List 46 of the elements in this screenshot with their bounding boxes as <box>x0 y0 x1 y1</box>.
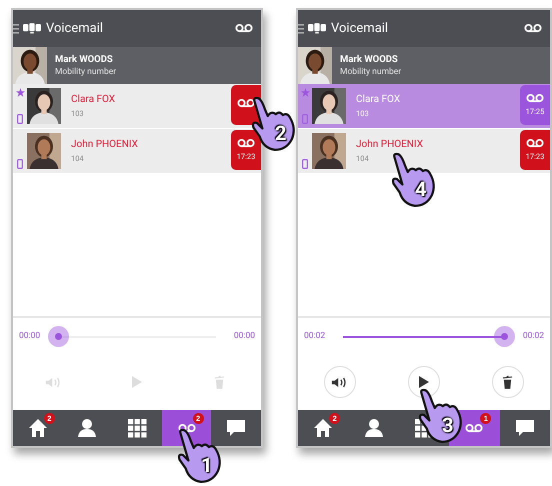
elapsed-time: 00:02 <box>304 331 326 341</box>
mobile-phone-icon <box>17 159 23 169</box>
voicemail-icon <box>526 94 544 103</box>
contact-name: Mark WOODS <box>55 54 114 65</box>
step-number: 2 <box>275 123 286 143</box>
voicemail-icon <box>237 98 256 108</box>
chat-icon <box>514 419 535 437</box>
play-icon <box>132 376 142 388</box>
play-icon <box>419 376 429 388</box>
play-button[interactable] <box>408 366 440 398</box>
mobile-phone-icon <box>302 114 308 124</box>
screen-title: Voicemail <box>46 21 104 36</box>
total-time: 00:00 <box>234 331 256 341</box>
person-icon <box>77 418 98 438</box>
person-icon <box>364 418 384 438</box>
step-number: 1 <box>201 455 212 475</box>
home-icon <box>28 418 48 438</box>
caller-name: John PHOENIX <box>71 139 139 150</box>
voicemail-icon <box>235 24 254 33</box>
mobile-phone-icon <box>302 159 308 169</box>
voicemail-icon <box>465 424 484 432</box>
chat-icon <box>226 419 246 437</box>
trash-icon <box>502 374 514 390</box>
voicemail-icon <box>526 139 544 148</box>
speaker-button[interactable] <box>324 366 356 398</box>
contact-name: Mark WOODS <box>340 54 399 65</box>
logo-icon <box>23 23 41 34</box>
elapsed-time: 00:00 <box>19 331 40 341</box>
delete-button[interactable] <box>492 366 524 398</box>
caller-name: Clara FOX <box>71 94 116 105</box>
step-number: 4 <box>415 179 427 199</box>
menu-icon[interactable] <box>298 24 304 34</box>
contact-subtitle: Mobility number <box>340 67 402 77</box>
trash-icon <box>214 374 226 390</box>
caller-name: John PHOENIX <box>356 139 424 150</box>
home-icon <box>313 418 334 438</box>
total-time: 00:02 <box>522 331 544 341</box>
voicemail-icon <box>524 24 542 33</box>
mobile-phone-icon <box>17 114 23 124</box>
caller-name: Clara FOX <box>356 94 402 105</box>
voicemail-icon <box>237 139 256 148</box>
logo-icon <box>308 23 326 34</box>
keypad-icon <box>128 418 147 438</box>
menu-icon[interactable] <box>13 24 19 34</box>
screen-title: Voicemail <box>331 21 390 36</box>
contact-subtitle: Mobility number <box>55 67 116 77</box>
